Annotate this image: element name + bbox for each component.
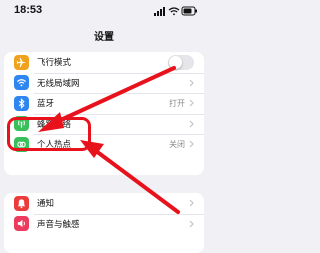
- chevron-right-icon: [189, 79, 194, 87]
- settings-row-wlan[interactable]: 无线局域网: [4, 72, 204, 94]
- settings-row-bluetooth[interactable]: 蓝牙 打开: [4, 93, 204, 114]
- settings-row-label: 声音与触感: [37, 219, 80, 230]
- chevron-right-icon: [189, 199, 194, 207]
- battery-icon: [181, 6, 197, 16]
- airplane-icon: [14, 54, 29, 70]
- cellular-signal-icon: [154, 7, 165, 16]
- bell-icon: [14, 195, 29, 211]
- page-title: 设置: [94, 32, 114, 43]
- hotspot-status-value: 关闭: [169, 139, 185, 149]
- highlight-box: [7, 117, 91, 151]
- wifi-icon: [168, 7, 180, 16]
- bluetooth-icon: [14, 95, 29, 111]
- status-bar: 18:53: [0, 0, 208, 24]
- chevron-right-icon: [189, 99, 194, 107]
- bluetooth-status-value: 打开: [169, 98, 185, 108]
- status-icons: [154, 6, 197, 16]
- chevron-right-icon: [189, 220, 194, 228]
- settings-row-airplane-mode[interactable]: 飞行模式: [4, 52, 204, 73]
- wifi-icon: [14, 75, 29, 91]
- settings-row-label: 蓝牙: [37, 99, 55, 110]
- settings-row-label: 飞行模式: [37, 58, 72, 69]
- settings-row-label: 通知: [37, 199, 55, 210]
- chevron-right-icon: [189, 120, 194, 128]
- settings-group-notifications: 通知 声音与触感: [4, 193, 204, 253]
- settings-row-label: 无线局域网: [37, 78, 80, 89]
- settings-row-notifications[interactable]: 通知: [4, 193, 204, 214]
- speaker-icon: [14, 216, 29, 232]
- chevron-right-icon: [189, 140, 194, 148]
- settings-group-connectivity: 飞行模式 无线局域网 蓝牙 打开 蜂窝网络 个人热点 关闭: [4, 52, 204, 175]
- settings-row-sounds-haptics[interactable]: 声音与触感: [4, 213, 204, 235]
- airplane-mode-toggle[interactable]: [168, 54, 194, 70]
- status-time: 18:53: [14, 4, 43, 16]
- toggle-knob: [169, 55, 182, 69]
